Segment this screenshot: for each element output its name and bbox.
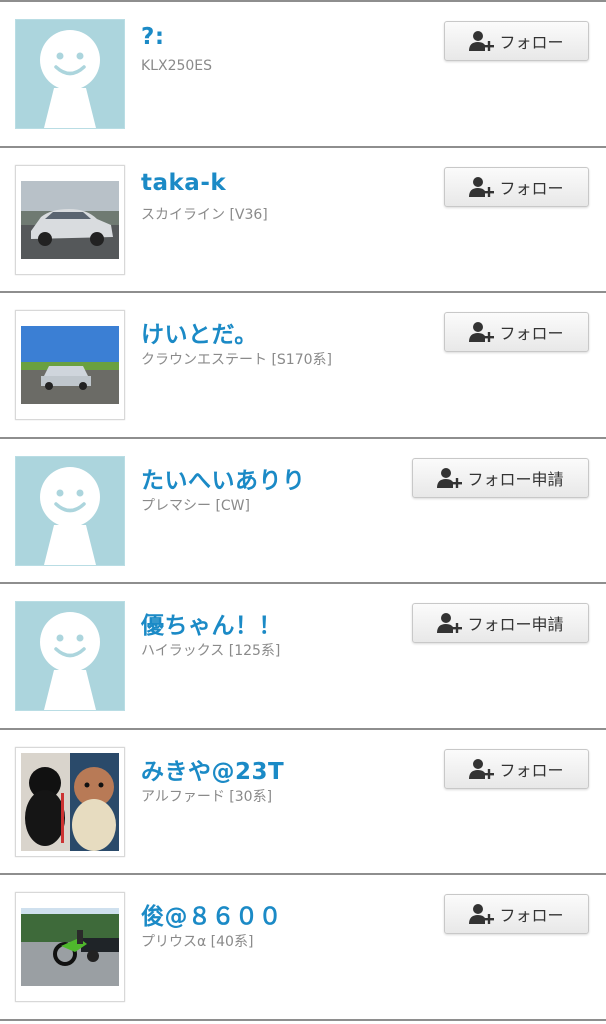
list-item[interactable]: みきや@23T アルファード [30系] フォロー — [0, 729, 606, 875]
user-name[interactable]: けいとだ。 — [141, 315, 258, 349]
user-name[interactable]: ?: — [141, 24, 165, 50]
user-name[interactable]: たいへいありり — [141, 461, 306, 495]
user-vehicle: アルファード [30系] — [141, 788, 273, 805]
avatar[interactable] — [15, 455, 125, 566]
follow-button[interactable]: フォロー — [444, 21, 589, 61]
motorcycle-photo — [21, 908, 119, 986]
follow-request-button[interactable]: フォロー申請 — [412, 603, 589, 643]
avatar[interactable] — [15, 310, 125, 420]
follow-button-label: フォロー — [499, 324, 564, 343]
add-user-icon — [469, 904, 495, 924]
list-item[interactable]: ?: KLX250ES フォロー — [0, 2, 606, 148]
silver-sedan-photo — [21, 180, 119, 259]
follow-button-label: フォロー — [499, 178, 564, 198]
follow-button[interactable]: フォロー — [444, 166, 589, 207]
default-person-icon — [40, 466, 100, 565]
follow-request-button-label: フォロー申請 — [467, 615, 564, 634]
follow-button-label: フォロー — [499, 33, 564, 52]
avatar[interactable] — [15, 601, 125, 711]
list-item[interactable]: けいとだ。 クラウンエステート [S170系] フォロー — [0, 293, 606, 439]
follow-button-label: フォロー — [499, 760, 564, 780]
add-user-icon — [469, 758, 495, 779]
add-user-icon — [469, 322, 495, 342]
dogs-photo — [21, 752, 119, 851]
user-vehicle: KLX250ES — [141, 58, 213, 74]
add-user-icon — [437, 467, 463, 488]
list-item[interactable]: 俊@８６００ プリウスα [40系] フォロー — [0, 875, 606, 1021]
user-name[interactable]: 俊@８６００ — [141, 897, 282, 931]
follow-button[interactable]: フォロー — [444, 312, 589, 352]
add-user-icon — [437, 613, 463, 633]
default-person-icon — [40, 30, 100, 128]
user-vehicle: ハイラックス [125系] — [141, 643, 281, 659]
user-list: ?: KLX250ES フォロー taka-k スカイライン [V36] フォロ… — [0, 0, 606, 1024]
add-user-icon — [469, 176, 495, 197]
follow-button-label: フォロー — [499, 906, 564, 925]
user-vehicle: スカイライン [V36] — [141, 206, 268, 223]
add-user-icon — [469, 31, 495, 51]
avatar[interactable] — [15, 164, 125, 275]
follow-button[interactable]: フォロー — [444, 748, 589, 789]
silver-wagon-photo — [21, 326, 119, 404]
avatar[interactable] — [15, 892, 125, 1002]
user-name[interactable]: taka-k — [141, 170, 226, 196]
user-vehicle: クラウンエステート [S170系] — [141, 352, 332, 368]
list-item[interactable]: taka-k スカイライン [V36] フォロー — [0, 147, 606, 293]
user-vehicle: プリウスα [40系] — [141, 934, 254, 950]
follow-request-button-label: フォロー申請 — [467, 469, 564, 489]
user-vehicle: プレマシー [CW] — [141, 497, 250, 514]
follow-button[interactable]: フォロー — [444, 894, 589, 934]
list-item[interactable]: 優ちゃん！！ ハイラックス [125系] フォロー申請 — [0, 584, 606, 730]
list-item[interactable]: たいへいありり プレマシー [CW] フォロー申請 — [0, 438, 606, 584]
user-name[interactable]: 優ちゃん！！ — [141, 606, 282, 640]
user-name[interactable]: みきや@23T — [141, 752, 284, 786]
default-person-icon — [40, 612, 100, 710]
follow-request-button[interactable]: フォロー申請 — [412, 457, 589, 498]
avatar[interactable] — [15, 19, 125, 129]
avatar[interactable] — [15, 746, 125, 857]
